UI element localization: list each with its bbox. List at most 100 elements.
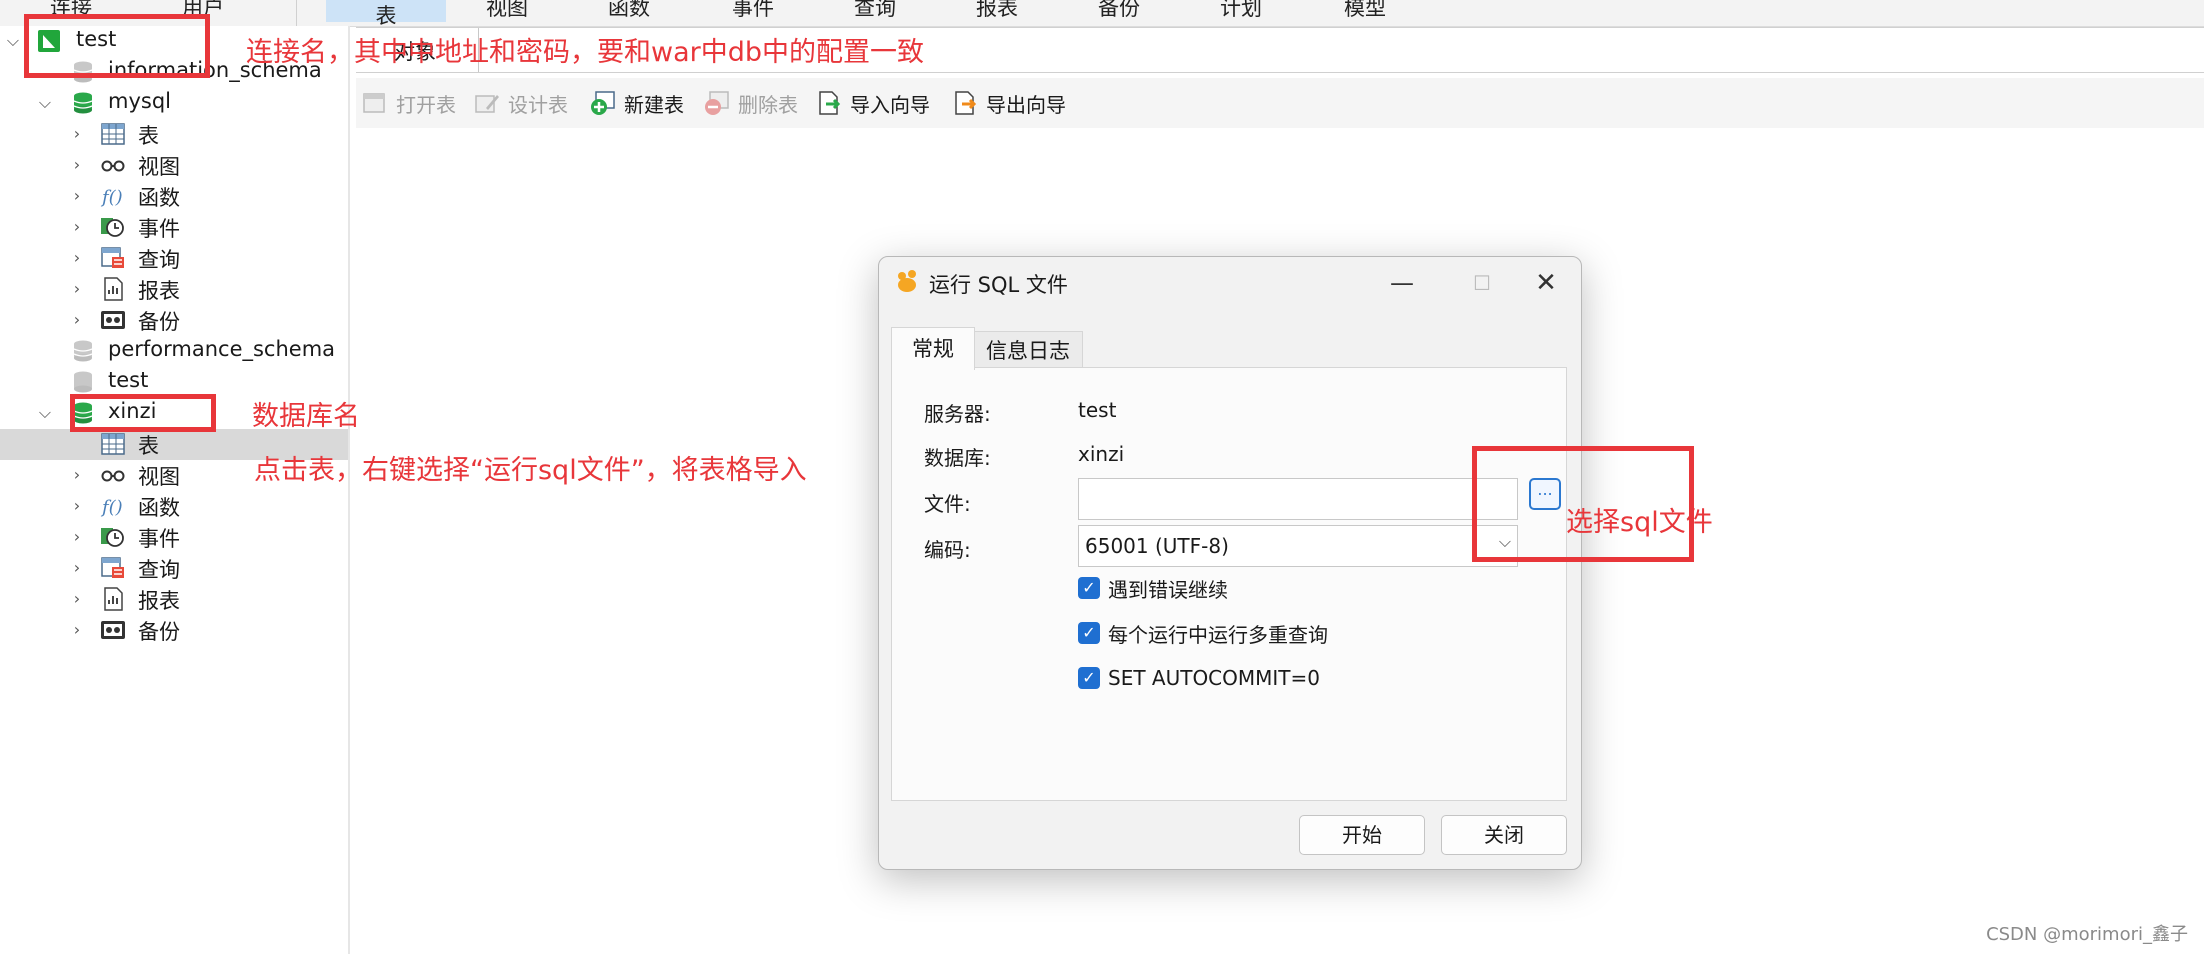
- app-paw-icon: [898, 270, 916, 292]
- tree-label: 查询: [138, 248, 180, 272]
- tree-label: 查询: [138, 558, 180, 582]
- autocommit-checkbox[interactable]: ✓ SET AUTOCOMMIT=0: [1078, 664, 1320, 692]
- tree-mysql-views[interactable]: › 视图: [0, 150, 348, 181]
- toolbar-query[interactable]: 查询: [854, 0, 896, 22]
- continue-on-error-checkbox[interactable]: ✓ 遇到错误继续: [1078, 574, 1228, 602]
- annotation-box-database: [70, 394, 216, 432]
- toolbar-event[interactable]: 事件: [732, 0, 774, 22]
- tree-label: 事件: [138, 217, 180, 241]
- annotation-file-note: 选择sql文件: [1566, 507, 1713, 538]
- chevron-right-icon[interactable]: ›: [68, 464, 86, 486]
- chevron-right-icon[interactable]: ›: [68, 309, 86, 331]
- tree-mysql-reports[interactable]: › 报表: [0, 274, 348, 305]
- tree-label: 视图: [138, 465, 180, 489]
- import-wizard-button[interactable]: 导入向导: [816, 88, 930, 118]
- tree-xinzi-reports[interactable]: › 报表: [0, 584, 348, 615]
- chevron-right-icon[interactable]: ›: [68, 154, 86, 176]
- tree-label: mysql: [108, 89, 171, 113]
- chevron-right-icon[interactable]: ›: [68, 123, 86, 145]
- report-icon: [104, 587, 123, 611]
- tree-mysql-tables[interactable]: › 表: [0, 119, 348, 150]
- object-toolbar: 打开表 设计表 新建表 删除表 导入向导 导出向导: [356, 78, 2204, 128]
- file-label: 文件:: [924, 492, 971, 516]
- chevron-down-icon[interactable]: ⌵: [36, 92, 54, 114]
- tree-label: 报表: [138, 589, 180, 613]
- general-panel: 服务器: test 数据库: xinzi 文件: ... 编码: 65001 (…: [891, 367, 1567, 801]
- chevron-right-icon[interactable]: ›: [68, 526, 86, 548]
- tree-label: 函数: [138, 496, 180, 520]
- toolbar-separator: [296, 0, 297, 26]
- tree-db-mysql[interactable]: ⌵ mysql: [0, 88, 348, 119]
- database-icon: [73, 92, 93, 114]
- encoding-value: 65001 (UTF-8): [1085, 534, 1229, 558]
- toolbar-table[interactable]: 表: [326, 0, 446, 28]
- annotation-db-note: 数据库名: [252, 401, 360, 432]
- tree-db-performance-schema[interactable]: performance_schema: [0, 336, 348, 367]
- export-wizard-button[interactable]: 导出向导: [952, 88, 1066, 118]
- tree-label: 表: [138, 124, 159, 148]
- event-clock-icon: [101, 218, 124, 237]
- query-icon: [101, 557, 124, 578]
- table-icon: [101, 433, 125, 455]
- tree-mysql-events[interactable]: › 事件: [0, 212, 348, 243]
- event-clock-icon: [101, 528, 124, 547]
- start-button[interactable]: 开始: [1299, 815, 1425, 855]
- annotation-box-connection: [24, 14, 210, 78]
- encoding-select[interactable]: 65001 (UTF-8) ⌵: [1078, 525, 1518, 567]
- multi-query-checkbox[interactable]: ✓ 每个运行中运行多重查询: [1078, 619, 1328, 647]
- backup-icon: [101, 621, 125, 639]
- design-table-button[interactable]: 设计表: [474, 88, 568, 118]
- toolbar-view[interactable]: 视图: [486, 0, 528, 22]
- query-icon: [101, 247, 124, 268]
- delete-table-icon: [705, 91, 729, 115]
- tree-xinzi-queries[interactable]: › 查询: [0, 553, 348, 584]
- close-icon[interactable]: ✕: [1519, 263, 1573, 303]
- tree-label: test: [108, 368, 149, 392]
- design-table-icon: [475, 95, 499, 113]
- chevron-down-icon[interactable]: ⌵: [36, 402, 54, 424]
- tree-xinzi-events[interactable]: › 事件: [0, 522, 348, 553]
- chevron-right-icon[interactable]: ›: [68, 185, 86, 207]
- chevron-down-icon[interactable]: ⌵: [4, 30, 22, 52]
- svg-text:f(): f(): [100, 497, 123, 518]
- chevron-right-icon[interactable]: ›: [68, 557, 86, 579]
- tree-mysql-queries[interactable]: › 查询: [0, 243, 348, 274]
- database-gray-icon: [73, 340, 93, 362]
- report-icon: [104, 277, 123, 301]
- open-table-button[interactable]: 打开表: [362, 88, 456, 118]
- toolbar-backup[interactable]: 备份: [1098, 0, 1140, 22]
- tab-general[interactable]: 常规: [891, 327, 975, 370]
- chevron-right-icon[interactable]: ›: [68, 278, 86, 300]
- database-label: 数据库:: [924, 446, 991, 470]
- close-button[interactable]: 关闭: [1441, 815, 1567, 855]
- chevron-right-icon[interactable]: ›: [68, 216, 86, 238]
- toolbar-model[interactable]: 模型: [1344, 0, 1386, 22]
- new-table-button[interactable]: 新建表: [590, 88, 684, 118]
- toolbar-schedule[interactable]: 计划: [1220, 0, 1262, 22]
- view-glasses-icon: [101, 470, 125, 482]
- navigation-tree: ⌵ test information_schema ⌵ mysql › 表 › …: [0, 26, 350, 954]
- delete-table-button[interactable]: 删除表: [704, 88, 798, 118]
- toolbar-report[interactable]: 报表: [976, 0, 1018, 22]
- tree-xinzi-backups[interactable]: › 备份: [0, 615, 348, 646]
- chevron-right-icon[interactable]: ›: [68, 495, 86, 517]
- tree-xinzi-functions[interactable]: › f() 函数: [0, 491, 348, 522]
- chevron-right-icon[interactable]: ›: [68, 588, 86, 610]
- svg-text:f(): f(): [100, 187, 123, 208]
- open-table-icon: [363, 93, 385, 113]
- watermark: CSDN @morimori_鑫子: [1986, 924, 2188, 945]
- checkbox-checked-icon: ✓: [1078, 667, 1100, 689]
- chevron-right-icon[interactable]: ›: [68, 619, 86, 641]
- minimize-icon[interactable]: —: [1375, 263, 1429, 303]
- tab-info-log[interactable]: 信息日志: [973, 331, 1083, 370]
- annotation-table-note: 点击表，右键选择“运行sql文件”，将表格导入: [254, 455, 807, 486]
- chevron-right-icon[interactable]: ›: [68, 247, 86, 269]
- tree-label: 备份: [138, 620, 180, 644]
- tree-mysql-backups[interactable]: › 备份: [0, 305, 348, 336]
- new-table-icon: [591, 91, 615, 115]
- toolbar-function[interactable]: 函数: [608, 0, 650, 22]
- tree-mysql-functions[interactable]: › f() 函数: [0, 181, 348, 212]
- tree-label: 备份: [138, 310, 180, 334]
- file-path-input[interactable]: [1078, 478, 1518, 520]
- maximize-icon[interactable]: ☐: [1455, 263, 1509, 303]
